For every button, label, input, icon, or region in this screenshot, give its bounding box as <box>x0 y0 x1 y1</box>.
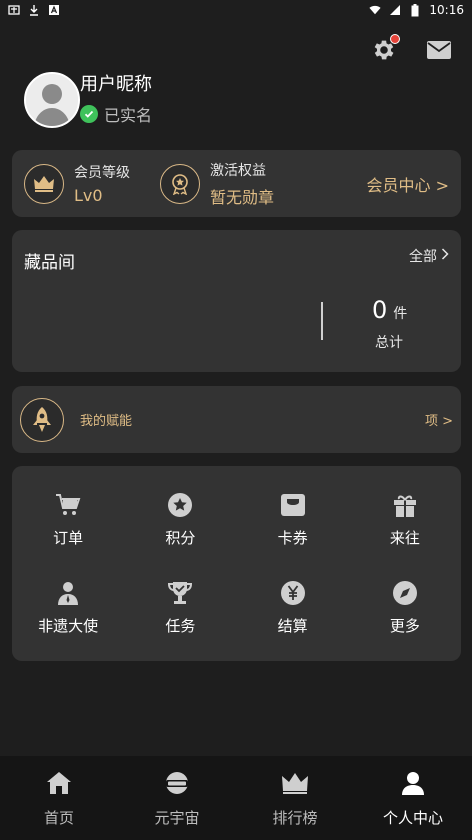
card-icon <box>279 491 307 519</box>
nav-item-profile[interactable]: 个人中心 <box>354 756 472 840</box>
grid-item-ambassador[interactable]: 非遗大使 <box>12 564 124 652</box>
nav-label: 个人中心 <box>382 808 443 827</box>
talent-card[interactable]: 我的赋能 项 > <box>12 386 461 453</box>
avatar-placeholder-icon <box>26 74 78 126</box>
collection-count: 0 件 <box>372 296 407 324</box>
talent-link[interactable]: 项 > <box>425 410 453 429</box>
wifi-icon <box>369 4 381 16</box>
avatar[interactable] <box>24 72 80 128</box>
nav-item-ranking[interactable]: 排行榜 <box>236 756 354 840</box>
nav-item-home[interactable]: 首页 <box>0 756 118 840</box>
gift-icon <box>391 491 419 519</box>
profile-section[interactable]: 用户昵称 已实名 <box>24 72 152 128</box>
member-level[interactable]: 会员等级 Lv0 <box>24 162 130 205</box>
notification-dot <box>390 34 400 44</box>
home-icon <box>45 769 73 797</box>
nickname: 用户昵称 <box>80 74 152 95</box>
member-card: 会员等级 Lv0 激活权益 暂无勋章 会员中心 > <box>12 150 461 217</box>
ambassador-icon <box>54 579 82 607</box>
grid-item-label: 积分 <box>165 529 196 548</box>
rocket-icon <box>20 397 64 442</box>
talent-label: 我的赋能 <box>80 414 133 429</box>
grid-item-label: 卡券 <box>277 529 308 548</box>
grid-item-label: 结算 <box>277 616 308 635</box>
collection-all-link[interactable]: 全部 <box>409 246 449 266</box>
member-benefit-value: 暂无勋章 <box>210 187 275 207</box>
grid-item-label: 非遗大使 <box>38 616 99 635</box>
grid-item-orders[interactable]: 订单 <box>12 476 124 564</box>
mail-button[interactable] <box>426 40 452 64</box>
member-benefit[interactable]: 激活权益 暂无勋章 <box>160 160 274 208</box>
member-benefit-text: 激活权益 暂无勋章 <box>210 160 274 208</box>
points-icon <box>166 491 194 519</box>
member-level-value: Lv0 <box>74 186 103 205</box>
profile-text: 用户昵称 已实名 <box>80 74 152 126</box>
user-icon <box>399 769 427 797</box>
collection-divider <box>321 302 323 340</box>
cart-icon <box>54 491 82 519</box>
download-icon <box>28 4 40 16</box>
member-level-label: 会员等级 <box>74 165 130 181</box>
status-time: 10:16 <box>429 3 464 17</box>
grid-item-settlement[interactable]: 结算 <box>237 564 349 652</box>
member-benefit-label: 激活权益 <box>210 162 266 179</box>
grid-item-tasks[interactable]: 任务 <box>124 564 236 652</box>
collection-count-unit: 件 <box>393 306 408 322</box>
grid-item-exchange[interactable]: 来往 <box>349 476 461 564</box>
status-bar: 10:16 <box>0 0 472 20</box>
status-left-icons <box>8 4 60 16</box>
crown-icon <box>281 769 309 797</box>
verified-text: 已实名 <box>104 106 153 125</box>
app-icon <box>8 4 20 16</box>
trophy-icon <box>166 579 194 607</box>
collection-title: 藏品间 <box>24 253 75 273</box>
grid-item-more[interactable]: 更多 <box>349 564 461 652</box>
chevron-right-icon <box>441 248 449 264</box>
grid-item-points[interactable]: 积分 <box>124 476 236 564</box>
grid-item-label: 任务 <box>165 616 196 635</box>
nav-label: 元宇宙 <box>154 808 200 827</box>
battery-icon <box>409 3 421 16</box>
medal-icon <box>160 163 200 204</box>
function-grid: 订单 积分 卡券 来往 非遗大使 任务 结算 更多 <box>12 466 461 661</box>
bottom-nav: 首页 元宇宙 排行榜 个人中心 <box>0 756 472 840</box>
a-icon <box>48 4 60 16</box>
member-center-link[interactable]: 会员中心 > <box>367 172 450 196</box>
nav-label: 排行榜 <box>272 808 318 827</box>
crown-badge-icon <box>24 163 64 204</box>
compass-icon <box>391 579 419 607</box>
settings-button[interactable] <box>370 34 400 66</box>
verified-status: 已实名 <box>80 102 152 126</box>
grid-item-label: 来往 <box>389 529 420 548</box>
collection-total-label: 总计 <box>375 335 403 351</box>
top-actions <box>370 34 452 66</box>
grid-item-coupons[interactable]: 卡券 <box>237 476 349 564</box>
yen-icon <box>279 579 307 607</box>
collection-card: 藏品间 全部 0 件 总计 <box>12 230 461 372</box>
nav-label: 首页 <box>43 808 74 827</box>
vr-icon <box>163 769 191 797</box>
grid-item-label: 订单 <box>53 529 84 548</box>
collection-all-label: 全部 <box>409 249 437 265</box>
member-level-text: 会员等级 Lv0 <box>74 162 130 205</box>
collection-count-number: 0 <box>372 296 388 324</box>
mail-icon <box>426 40 452 64</box>
grid-item-label: 更多 <box>389 616 420 635</box>
status-right: 10:16 <box>369 3 464 17</box>
signal-icon <box>389 4 401 16</box>
verified-check-icon <box>80 105 98 123</box>
nav-item-metaverse[interactable]: 元宇宙 <box>118 756 236 840</box>
